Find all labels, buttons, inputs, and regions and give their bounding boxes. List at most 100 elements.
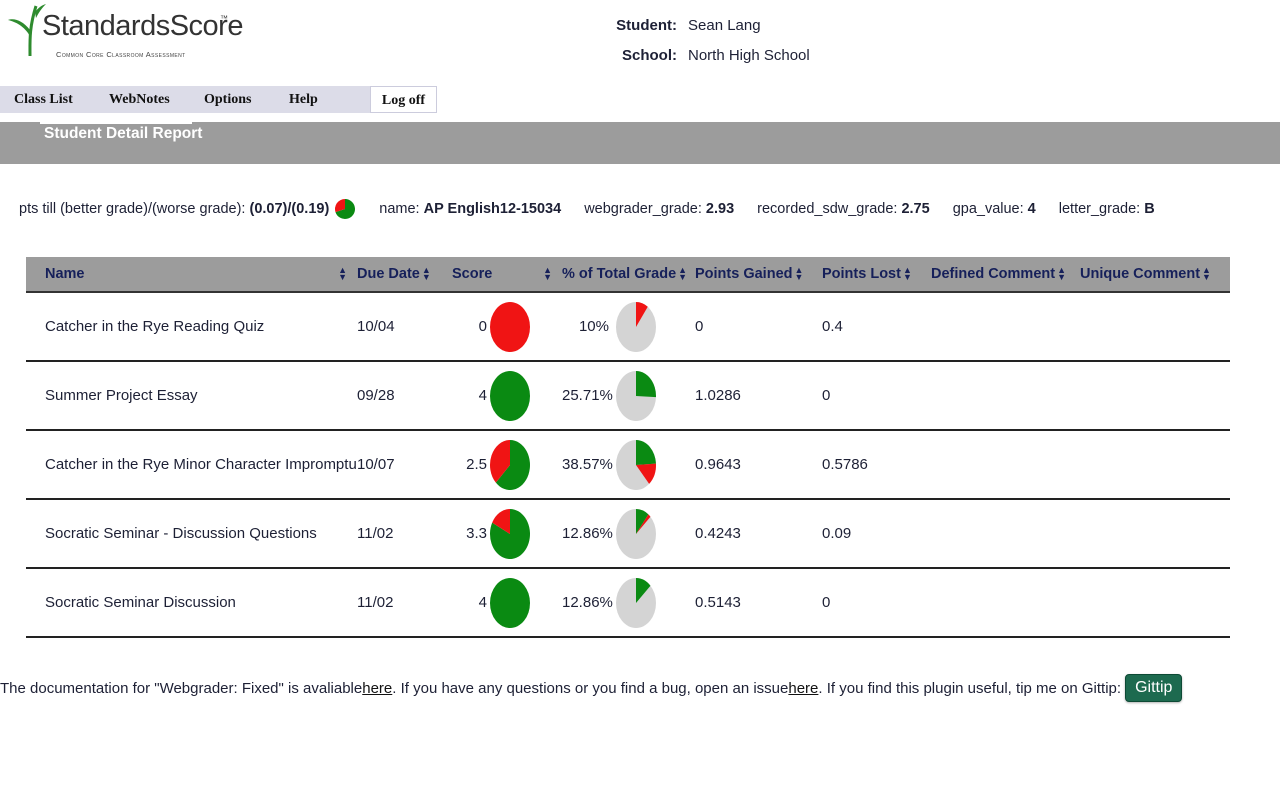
header-due-date[interactable]: Due Date ▲ ▼: [357, 257, 452, 292]
letter-grade-value: B: [1144, 201, 1155, 217]
header-points-gained-label: Points Gained: [695, 266, 793, 282]
header-points-lost[interactable]: Points Lost ▲ ▼: [822, 257, 931, 292]
header-defined-comment-label: Defined Comment: [931, 266, 1056, 282]
report-banner: Student Detail Report: [0, 122, 1280, 164]
header-defined-comment[interactable]: Defined Comment ▲ ▼: [931, 257, 1080, 292]
grade-summary: pts till (better grade)/(worse grade): (…: [19, 196, 1178, 222]
score-value: 4: [478, 594, 487, 611]
score-earned-slice: [490, 577, 530, 628]
letter-grade-item: letter_grade: B: [1059, 201, 1155, 217]
weight-pie-icon: [616, 439, 656, 490]
sort-icon: ▲ ▼: [794, 265, 804, 282]
points-lost: 0.09: [822, 525, 852, 542]
pts-till-item: pts till (better grade)/(worse grade): (…: [19, 198, 356, 220]
due-date: 11/02: [357, 594, 394, 611]
pts-till-value: (0.07)/(0.19): [249, 201, 330, 217]
sort-icon: ▲ ▼: [543, 265, 552, 282]
menu-class-list[interactable]: Class List: [14, 86, 73, 113]
assignments-table: Name ▲ ▼ Due Date ▲ ▼ Score ▲ ▼ % of Total Gra…: [26, 257, 1230, 638]
score-earned-slice: [490, 370, 530, 421]
documentation-link[interactable]: here: [362, 680, 392, 697]
points-gained: 0.5143: [695, 594, 741, 611]
recorded-grade-item: recorded_sdw_grade: 2.75: [757, 201, 930, 217]
score-value: 2.5: [466, 456, 487, 473]
score-missed-slice: [490, 301, 530, 352]
logo-trademark: ™: [220, 14, 228, 23]
gpa-value: 4: [1027, 201, 1036, 217]
points-gained: 0: [695, 318, 704, 335]
grade-progress-pie-icon: [335, 199, 356, 219]
logo-wordmark: StandardsScore: [42, 10, 243, 42]
assignment-name: Summer Project Essay: [45, 387, 198, 404]
score-pie-icon: [490, 370, 530, 421]
points-lost: 0.5786: [822, 456, 868, 473]
weight-pie-icon: [616, 370, 656, 421]
webgrader-grade-value: 2.93: [705, 201, 735, 217]
footer-text-1: The documentation for "Webgrader: Fixed"…: [0, 679, 363, 697]
student-row: Student: Sean Lang: [600, 10, 810, 40]
course-name-item: name: AP English12-15034: [379, 201, 561, 217]
standardsscore-logo: StandardsScore ™ Common Core Classroom A…: [6, 2, 243, 64]
points-lost: 0: [822, 387, 831, 404]
sort-icon: ▲ ▼: [1202, 265, 1211, 282]
issue-link[interactable]: here: [788, 680, 818, 697]
page-title: Student Detail Report: [44, 125, 203, 142]
menu-options[interactable]: Options: [204, 86, 251, 113]
header-due-date-label: Due Date: [357, 266, 420, 282]
student-name: Sean Lang: [688, 16, 761, 34]
header-points-lost-label: Points Lost: [822, 266, 901, 282]
header-unique-comment-label: Unique Comment: [1080, 266, 1201, 282]
weight-pie-icon: [616, 577, 656, 628]
pct-total-value: 38.57%: [562, 456, 613, 473]
points-gained: 0.9643: [695, 456, 741, 473]
sort-icon: ▲ ▼: [1057, 265, 1066, 282]
log-off-button[interactable]: Log off: [370, 86, 437, 113]
header-score[interactable]: Score ▲ ▼: [452, 257, 562, 292]
points-lost: 0: [822, 594, 831, 611]
table-row: Catcher in the Rye Reading Quiz 10/04 0 …: [26, 292, 1230, 361]
header-name-label: Name: [45, 266, 85, 282]
header-name[interactable]: Name ▲ ▼: [26, 257, 357, 292]
pct-total-value: 10%: [578, 318, 609, 335]
assignment-name: Socratic Seminar Discussion: [45, 594, 236, 611]
pct-total-value: 25.71%: [562, 387, 613, 404]
sort-icon: ▲ ▼: [421, 265, 431, 282]
recorded-grade-label: recorded_sdw_grade:: [757, 201, 898, 217]
school-row: School: North High School: [600, 40, 810, 70]
course-name-value: AP English12-15034: [423, 201, 562, 217]
school-name: North High School: [688, 46, 810, 64]
table-row: Socratic Seminar - Discussion Questions …: [26, 499, 1230, 568]
gpa-label: gpa_value:: [952, 201, 1024, 217]
header-pct-total[interactable]: % of Total Grade ▲ ▼: [562, 257, 695, 292]
sort-icon: ▲ ▼: [902, 265, 912, 282]
score-pie-icon: [490, 439, 530, 490]
weight-pie-icon: [616, 508, 656, 559]
assignment-name: Catcher in the Rye Minor Character Impro…: [45, 456, 357, 473]
header-points-gained[interactable]: Points Gained ▲ ▼: [695, 257, 822, 292]
score-pie-icon: [490, 301, 530, 352]
assignment-name: Catcher in the Rye Reading Quiz: [45, 318, 265, 335]
menu-help[interactable]: Help: [289, 86, 318, 113]
sort-icon: ▲ ▼: [678, 265, 688, 282]
table-row: Catcher in the Rye Minor Character Impro…: [26, 430, 1230, 499]
weight-pie-icon: [616, 301, 656, 352]
main-menu: Class List WebNotes Options Help Log off: [0, 86, 437, 113]
points-lost: 0.4: [822, 318, 843, 335]
footer-text-2: . If you have any questions or you find …: [392, 679, 789, 697]
header-unique-comment[interactable]: Unique Comment ▲ ▼: [1080, 257, 1230, 292]
points-gained: 0.4243: [695, 525, 741, 542]
logo-tagline: Common Core Classroom Assessment: [56, 50, 186, 59]
menu-webnotes[interactable]: WebNotes: [109, 86, 170, 113]
score-value: 3.3: [466, 525, 487, 542]
pct-total-value: 12.86%: [562, 525, 613, 542]
school-label: School:: [622, 46, 677, 64]
footer-text-3: . If you find this plugin useful, tip me…: [818, 679, 1122, 697]
plugin-footer: The documentation for "Webgrader: Fixed"…: [0, 674, 1183, 702]
due-date: 10/07: [357, 456, 395, 473]
score-value: 0: [478, 318, 487, 335]
student-info: Student: Sean Lang School: North High Sc…: [600, 10, 810, 70]
gittip-button[interactable]: Gittip: [1125, 674, 1183, 702]
recorded-grade-value: 2.75: [901, 201, 930, 217]
course-name-label: name:: [379, 201, 420, 217]
score-pie-icon: [490, 577, 530, 628]
